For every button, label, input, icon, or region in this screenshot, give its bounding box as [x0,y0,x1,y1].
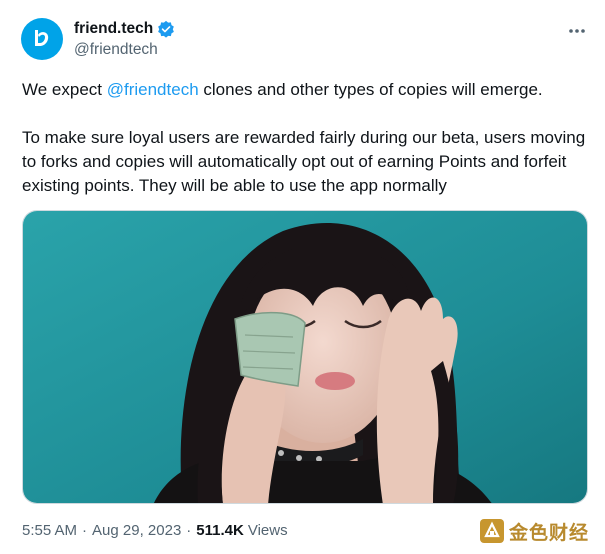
tweet-paragraph-2: To make sure loyal users are rewarded fa… [22,128,586,195]
more-options-icon[interactable] [567,21,587,41]
watermark: 金色财经 [474,514,593,548]
text-segment: We expect [22,80,107,99]
meta-separator: · [82,522,88,539]
text-segment: clones and other types of copies will em… [198,80,543,99]
author-names: friend.tech @friendtech [74,19,175,59]
verified-badge-icon [158,20,175,38]
photo-image [23,211,587,503]
display-name[interactable]: friend.tech [74,20,153,38]
tweet-card: friend.tech @friendtech We expect @frien… [0,0,605,554]
views-label[interactable]: Views [248,522,288,539]
meta-separator: · [186,522,192,539]
tweet-date[interactable]: Aug 29, 2023 [92,522,181,539]
watermark-logo-icon [479,519,504,543]
tweet-meta: 5:55 AM · Aug 29, 2023 · 511.4K Views [22,522,288,539]
tweet-time[interactable]: 5:55 AM [22,522,77,539]
mention-link[interactable]: @friendtech [107,80,199,99]
tweet-text: We expect @friendtech clones and other t… [22,78,587,198]
tweet-photo[interactable] [22,210,588,504]
views-count[interactable]: 511.4K [196,522,244,539]
tweet-paragraph-1: We expect @friendtech clones and other t… [22,78,587,102]
watermark-text: 金色财经 [508,521,589,544]
handle[interactable]: @friendtech [74,41,175,59]
friendtech-logo-icon [35,30,49,46]
tweet-header: friend.tech @friendtech [21,17,589,61]
avatar[interactable] [21,18,63,60]
